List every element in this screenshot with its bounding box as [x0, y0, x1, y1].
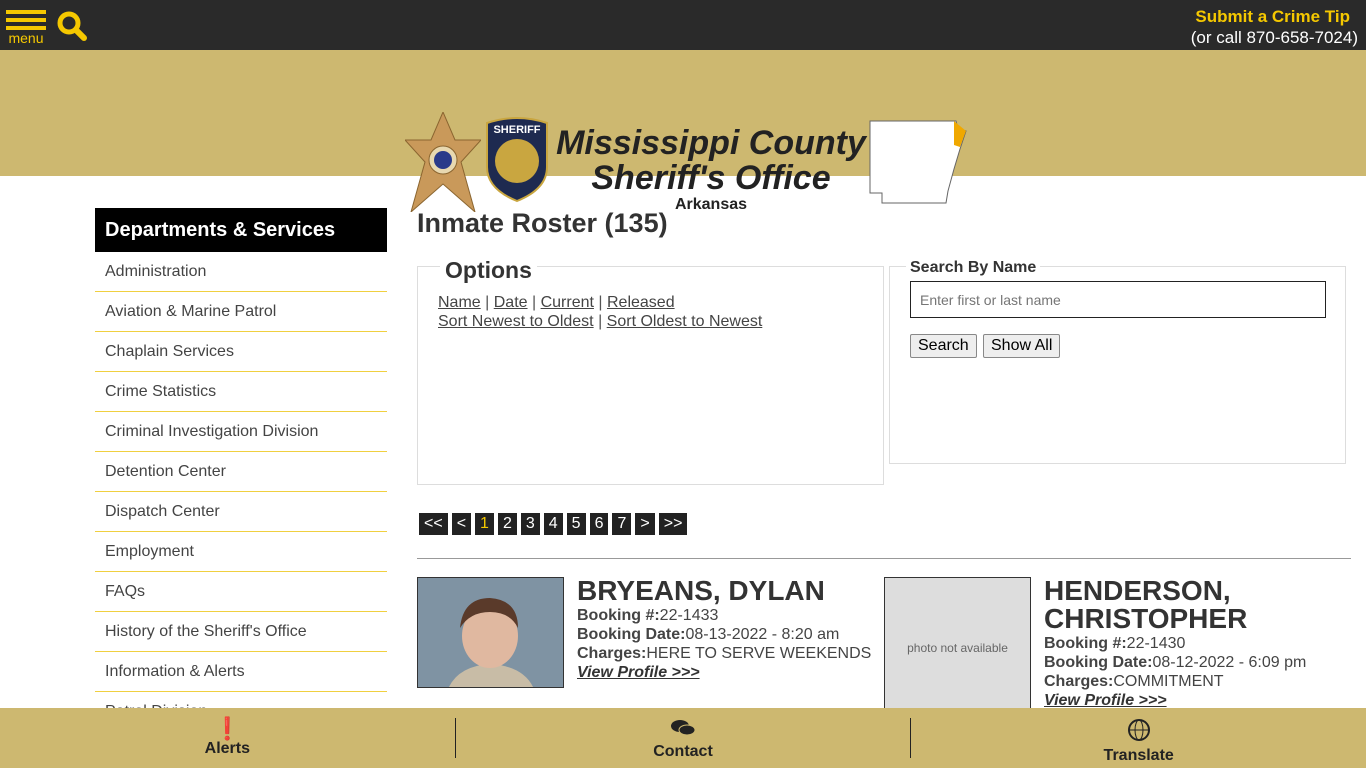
sidebar-item[interactable]: Administration — [95, 252, 387, 292]
page-link[interactable]: 1 — [475, 513, 494, 535]
divider — [417, 558, 1351, 559]
inmate-photo[interactable] — [417, 577, 564, 688]
booking-label: Booking #: — [577, 607, 660, 624]
sort-name-link[interactable]: Name — [438, 294, 481, 311]
charges-label: Charges: — [1044, 673, 1114, 690]
page-link[interactable]: 4 — [543, 513, 563, 535]
date-label: Booking Date: — [577, 626, 686, 643]
options-legend: Options — [440, 257, 537, 284]
search-legend: Search By Name — [906, 259, 1041, 277]
view-profile-link[interactable]: View Profile >>> — [1044, 692, 1167, 709]
svg-text:SHERIFF: SHERIFF — [493, 124, 540, 136]
page-link[interactable]: < — [451, 513, 472, 535]
charges: HERE TO SERVE WEEKENDS — [646, 645, 872, 662]
alerts-button[interactable]: ❗ Alerts — [0, 708, 455, 768]
search-button[interactable]: Search — [910, 334, 977, 358]
tip-phone: (or call 870-658-7024) — [1190, 28, 1358, 47]
sidebar-item[interactable]: History of the Sheriff's Office — [95, 612, 387, 652]
booking-number: 22-1433 — [659, 607, 719, 624]
search-panel: Search By Name Search Show All — [889, 259, 1346, 464]
sidebar-item[interactable]: Aviation & Marine Patrol — [95, 292, 387, 332]
alert-icon: ❗ — [213, 716, 242, 741]
globe-icon — [1127, 719, 1150, 741]
sidebar-item[interactable]: Dispatch Center — [95, 492, 387, 532]
submit-crime-tip-link[interactable]: Submit a Crime Tip — [1191, 6, 1350, 27]
page-link[interactable]: 3 — [520, 513, 540, 535]
sidebar-item[interactable]: Chaplain Services — [95, 332, 387, 372]
footer-bar: ❗ Alerts Contact Translate — [0, 708, 1366, 768]
sidebar: Departments & Services Administration Avi… — [95, 208, 387, 732]
page-link[interactable]: >> — [658, 513, 688, 535]
title-line1: Mississippi County — [556, 124, 866, 162]
photo-placeholder[interactable]: photo not available — [884, 577, 1031, 717]
menu-label: menu — [8, 30, 44, 46]
charges-label: Charges: — [577, 645, 647, 662]
filter-current-link[interactable]: Current — [541, 294, 594, 311]
page-link[interactable]: > — [635, 513, 655, 535]
alerts-label: Alerts — [204, 740, 251, 757]
chat-icon — [671, 720, 696, 736]
sidebar-item[interactable]: Criminal Investigation Division — [95, 412, 387, 452]
booking-label: Booking #: — [1044, 635, 1127, 652]
pagination: << <1 2 3 4 5 6 7 > >> — [419, 513, 688, 535]
sheriff-star-logo — [405, 112, 481, 212]
filter-released-link[interactable]: Released — [607, 294, 675, 311]
page-title: Inmate Roster (135) — [417, 208, 668, 238]
top-bar: menu Submit a Crime Tip (or call 870-658… — [0, 0, 1366, 50]
view-profile-link[interactable]: View Profile >>> — [577, 664, 700, 681]
sidebar-item[interactable]: Detention Center — [95, 452, 387, 492]
name-search-input[interactable] — [910, 281, 1326, 318]
inmate-name: HENDERSON, CHRISTOPHER — [1044, 575, 1248, 634]
site-title: Mississippi County Sheriff's Office Arka… — [556, 126, 866, 214]
inmate-name: BRYEANS, DYLAN — [577, 575, 825, 606]
sidebar-item[interactable]: FAQs — [95, 572, 387, 612]
contact-label: Contact — [653, 743, 713, 760]
booking-number: 22-1430 — [1126, 635, 1186, 652]
sidebar-item[interactable]: Crime Statistics — [95, 372, 387, 412]
page-link[interactable]: 6 — [589, 513, 609, 535]
page-link[interactable]: 5 — [566, 513, 586, 535]
charges: COMMITMENT — [1113, 673, 1224, 690]
show-all-button[interactable]: Show All — [983, 334, 1061, 358]
translate-label: Translate — [1103, 747, 1174, 764]
sidebar-title: Departments & Services — [95, 208, 387, 252]
date-label: Booking Date: — [1044, 654, 1153, 671]
page-link[interactable]: 7 — [612, 513, 632, 535]
arkansas-map — [869, 120, 967, 204]
page-link[interactable]: 2 — [497, 513, 517, 535]
sheriff-patch-logo: SHERIFF — [486, 117, 548, 203]
translate-button[interactable]: Translate — [910, 718, 1366, 764]
booking-date: 08-13-2022 - 8:20 am — [685, 626, 840, 643]
sidebar-item[interactable]: Employment — [95, 532, 387, 572]
search-icon[interactable] — [56, 10, 88, 47]
sort-newest-link[interactable]: Sort Newest to Oldest — [438, 313, 594, 330]
sort-date-link[interactable]: Date — [494, 294, 528, 311]
contact-button[interactable]: Contact — [454, 718, 911, 760]
sort-oldest-link[interactable]: Sort Oldest to Newest — [607, 313, 763, 330]
main-content: Inmate Roster (135) Options Name | Date … — [417, 208, 1351, 717]
title-line2: Sheriff's Office — [591, 159, 831, 197]
booking-date: 08-12-2022 - 6:09 pm — [1152, 654, 1307, 671]
menu-button[interactable]: menu — [6, 10, 46, 45]
options-panel: Options Name | Date | Current | Released… — [417, 257, 884, 485]
banner: SHERIFF Mississippi County Sheriff's Off… — [0, 50, 1366, 213]
sidebar-item[interactable]: Information & Alerts — [95, 652, 387, 692]
page-link[interactable]: << — [419, 513, 448, 535]
